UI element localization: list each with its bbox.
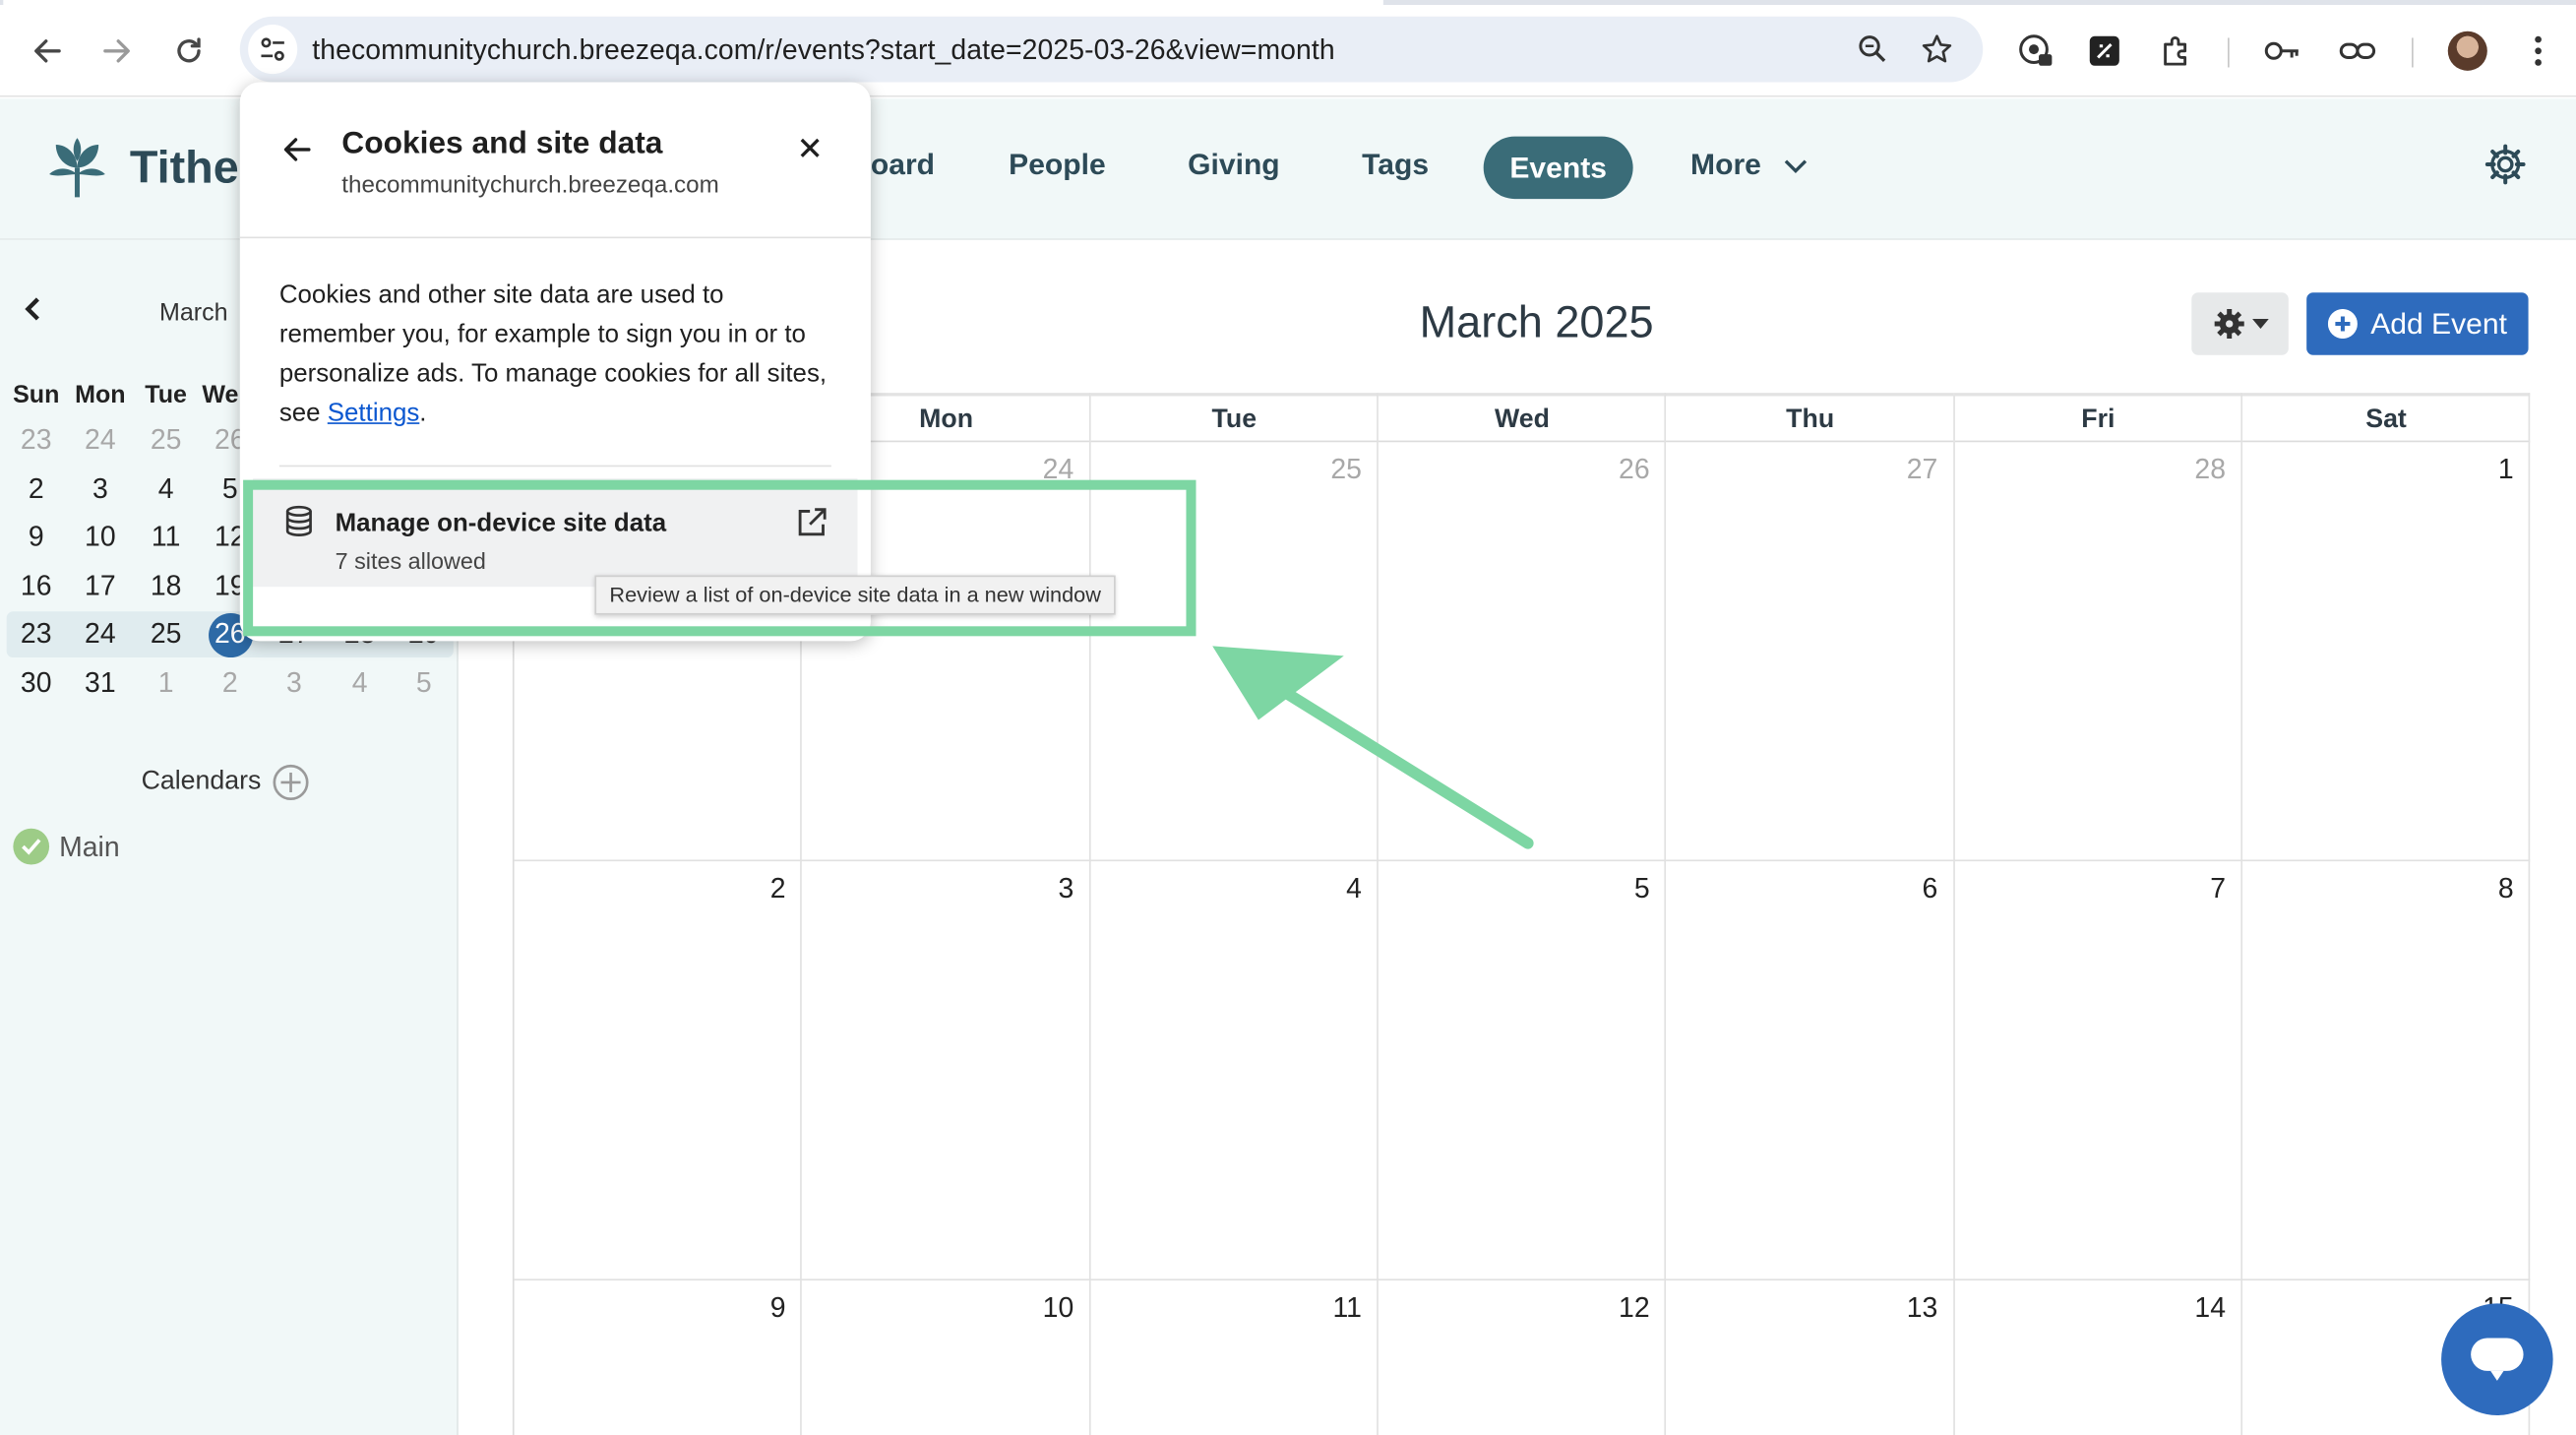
annotation-arrow [1212, 646, 1534, 849]
screen: thecommunitychurch.breezeqa.com/r/events… [0, 0, 2576, 1435]
